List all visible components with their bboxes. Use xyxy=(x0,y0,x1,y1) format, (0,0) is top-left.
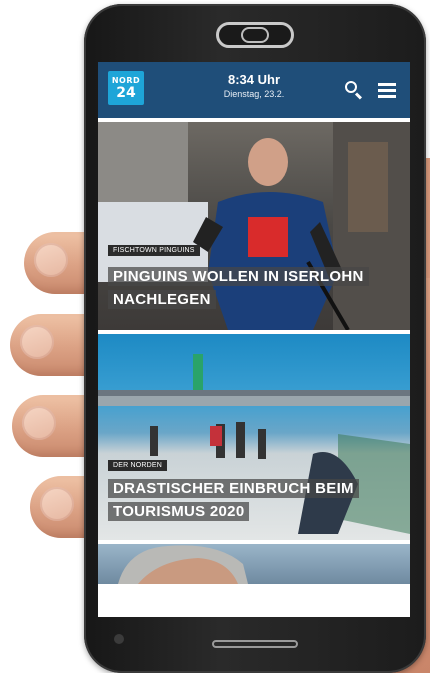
article-category: FISCHTOWN PINGUINS xyxy=(108,245,200,256)
nord24-logo[interactable]: NORD 24 xyxy=(108,71,144,105)
menu-icon[interactable] xyxy=(376,79,398,101)
home-button[interactable] xyxy=(212,640,298,648)
logo-text-24: 24 xyxy=(116,85,136,101)
phone-screen: NORD 24 8:34 Uhr Dienstag, 23.2. FISCHTO… xyxy=(98,62,410,617)
header-clock: 8:34 Uhr Dienstag, 23.2. xyxy=(184,72,324,99)
logo-text-nord: NORD xyxy=(111,76,141,85)
article-card[interactable]: FISCHTOWN PINGUINS PINGUINS WOLLEN IN IS… xyxy=(98,122,410,330)
article-category: DER NORDEN xyxy=(108,460,168,471)
smartphone: NORD 24 8:34 Uhr Dienstag, 23.2. FISCHTO… xyxy=(84,4,426,673)
article-headline[interactable]: DRASTISCHER EINBRUCH BEIM TOURISMUS 2020 xyxy=(108,477,388,524)
search-icon[interactable] xyxy=(343,79,365,101)
article-card[interactable] xyxy=(98,544,410,584)
article-card[interactable]: DER NORDEN DRASTISCHER EINBRUCH BEIM TOU… xyxy=(98,334,410,540)
article-headline[interactable]: PINGUINS WOLLEN IN ISERLOHN NACHLEGEN xyxy=(108,265,388,312)
article-photo-portrait xyxy=(118,545,248,584)
earpiece-speaker xyxy=(216,22,294,48)
app-header: NORD 24 8:34 Uhr Dienstag, 23.2. xyxy=(98,62,410,118)
header-date: Dienstag, 23.2. xyxy=(223,89,285,99)
header-time: 8:34 Uhr xyxy=(227,72,281,87)
front-sensor xyxy=(114,634,124,644)
